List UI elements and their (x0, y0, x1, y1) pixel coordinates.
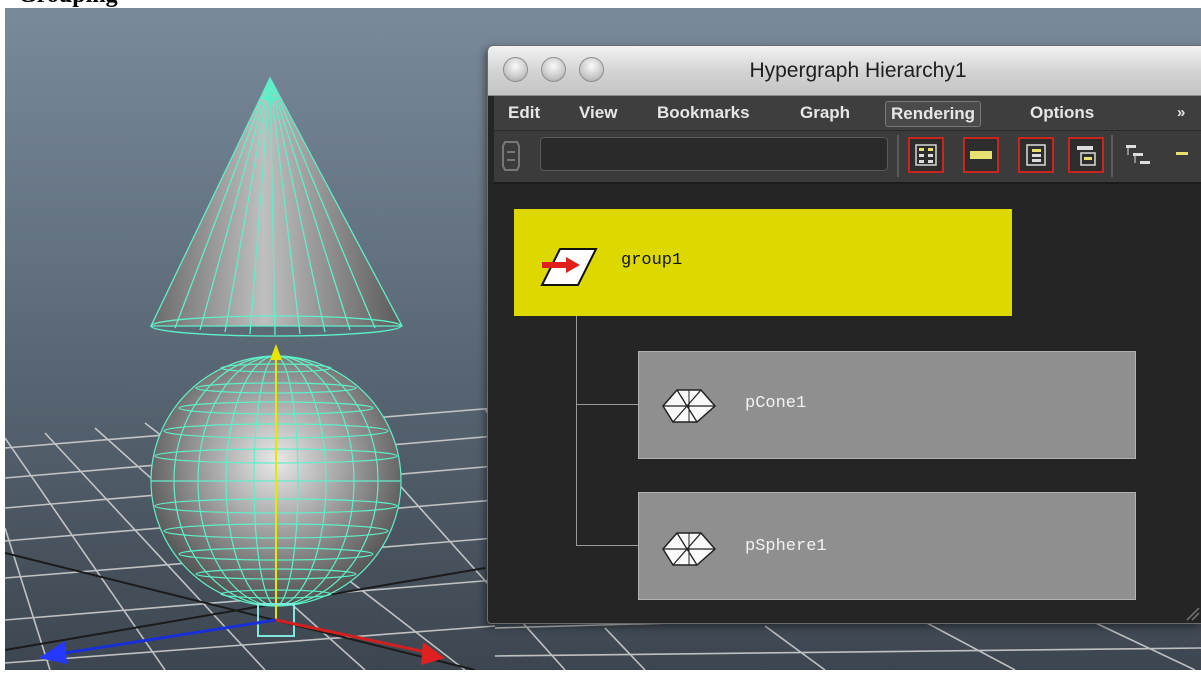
toolbar (494, 131, 1201, 184)
expand-icon[interactable] (1018, 137, 1054, 173)
scene-hierarchy-icon[interactable] (908, 137, 944, 173)
input-output-icon[interactable] (963, 137, 999, 173)
mesh-icon (662, 389, 717, 423)
resize-grip-icon[interactable] (1184, 605, 1200, 621)
layout-icon[interactable] (1124, 139, 1188, 173)
menu-view[interactable]: View (579, 96, 617, 130)
menu-rendering[interactable]: Rendering (885, 101, 982, 127)
graph-area[interactable]: group1 pCone1 pSphere1 (494, 184, 1201, 623)
connector-line (576, 545, 638, 546)
node-pcone1[interactable]: pCone1 (638, 351, 1136, 459)
window-titlebar[interactable]: Hypergraph Hierarchy1 (488, 46, 1201, 96)
zoom-window-button[interactable] (579, 57, 604, 82)
node-psphere1[interactable]: pSphere1 (638, 492, 1136, 600)
menu-overflow-button[interactable]: » (1177, 96, 1185, 130)
transform-group-icon (540, 248, 598, 286)
toolbar-grip-icon[interactable] (501, 140, 521, 172)
node-label: group1 (621, 251, 683, 270)
menu-edit[interactable]: Edit (508, 96, 540, 130)
connector-line (576, 316, 577, 546)
toolbar-separator-2 (1111, 135, 1113, 177)
hypergraph-window[interactable]: Hypergraph Hierarchy1 Edit View Bookmark… (487, 45, 1201, 624)
page-heading: Grouping (0, 0, 118, 8)
menu-options[interactable]: Options (1030, 96, 1094, 130)
node-label: pCone1 (745, 394, 807, 413)
node-label: pSphere1 (745, 537, 827, 556)
mesh-icon (662, 532, 717, 566)
collapse-icon[interactable] (1068, 137, 1104, 173)
window-title: Hypergraph Hierarchy1 (749, 59, 967, 82)
connector-line (576, 404, 638, 405)
menu-bar: Edit View Bookmarks Graph Rendering Opti… (494, 96, 1201, 131)
menu-graph[interactable]: Graph (800, 96, 850, 130)
filter-field[interactable] (540, 137, 888, 171)
close-window-button[interactable] (503, 57, 528, 82)
menu-bookmarks[interactable]: Bookmarks (657, 96, 750, 130)
toolbar-separator (897, 135, 899, 177)
minimize-window-button[interactable] (541, 57, 566, 82)
node-group1[interactable]: group1 (514, 209, 1012, 316)
